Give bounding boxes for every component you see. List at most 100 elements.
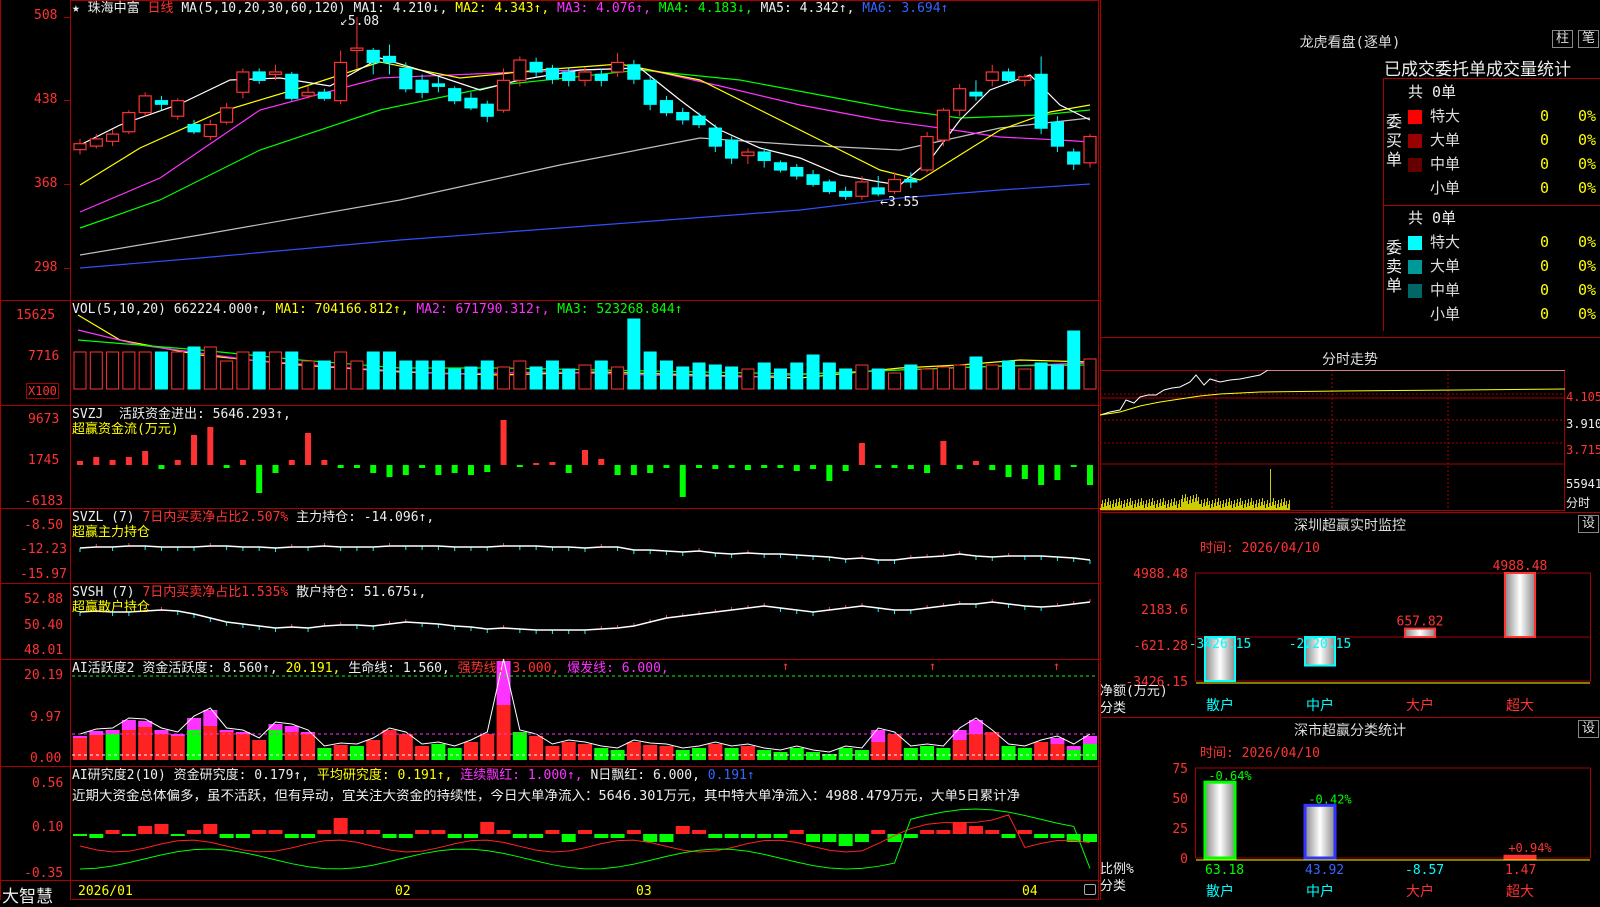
app-logo: 大智慧 xyxy=(2,887,53,907)
svzj-y-tick-3: -6183 xyxy=(24,494,64,509)
volume-bar xyxy=(578,364,592,390)
svzj-bar xyxy=(696,465,703,468)
monitor-value-label: -3426.15 xyxy=(1189,637,1252,652)
activity-bar xyxy=(643,745,658,760)
candle-body xyxy=(1018,76,1032,81)
activity-burst xyxy=(952,730,967,740)
sell-m-value: 0 xyxy=(1540,281,1550,299)
volume-bar xyxy=(594,360,608,390)
lock-icon[interactable] xyxy=(1084,884,1096,895)
ai1-y-tick-3: 0.00 xyxy=(30,751,62,766)
volume-bar xyxy=(920,368,934,390)
ai2-n-days-red: N日飘红: 6.000, xyxy=(590,768,700,783)
svsh-y-tick-2: 50.40 xyxy=(24,618,64,633)
activity-bar xyxy=(431,744,446,760)
svzj-bar xyxy=(500,420,507,465)
classify-bottom-value: 43.92 xyxy=(1305,863,1344,878)
volume-bar xyxy=(236,351,250,390)
candle-body xyxy=(610,61,625,73)
buy-total: 共 0单 xyxy=(1408,83,1457,101)
svzj-bar xyxy=(565,465,572,473)
candle-body xyxy=(643,79,657,105)
research-bar xyxy=(610,834,625,838)
research-bar xyxy=(578,830,592,834)
candle-body xyxy=(480,103,494,117)
research-bar xyxy=(789,830,804,834)
svzj-y-tick-2: 1745 xyxy=(28,453,60,468)
sell-s-pct: 0% xyxy=(1578,305,1597,323)
research-bar xyxy=(822,834,837,842)
candle-body xyxy=(676,112,690,121)
research-bar xyxy=(675,826,690,834)
tab-bar[interactable]: 柱 xyxy=(1552,30,1574,48)
research-bar xyxy=(154,824,169,834)
x-label-jan: 2026/01 xyxy=(78,884,133,899)
candle-body xyxy=(725,139,739,159)
tab-tick[interactable]: 笔 xyxy=(1578,30,1600,48)
holding-line xyxy=(79,545,1091,561)
kline-chart-area[interactable]: ↑ ↑ ↑ xyxy=(0,0,1100,900)
research-bar xyxy=(903,834,918,838)
volume-bar xyxy=(350,360,364,390)
candle-body xyxy=(464,97,478,109)
research-bar xyxy=(284,834,299,838)
sell-s-label: 小单 xyxy=(1430,305,1461,323)
volume-bar xyxy=(203,346,217,390)
svzj-bar xyxy=(93,457,100,465)
sell-s-swatch xyxy=(1408,307,1422,322)
activity-bar xyxy=(561,742,576,760)
classify-settings-button[interactable]: 设 xyxy=(1578,720,1600,738)
candle-body xyxy=(268,71,283,75)
stock-name[interactable]: ★ 珠海中富 xyxy=(72,1,140,16)
intraday-y-tick-3: 3.715 xyxy=(1566,443,1600,457)
ai2-avg: 平均研究度: 0.191↑, xyxy=(316,768,453,783)
monitor-category: 散户 xyxy=(1206,697,1234,714)
vol-ma1: MA1: 704166.812↑, xyxy=(275,302,409,317)
activity-burst xyxy=(1066,746,1081,750)
monitor-bar-chart[interactable]: 4988.482183.6-621.28-3426.15-3426.15散户-2… xyxy=(1100,555,1600,715)
ai1-burst-line: 爆发线: 6.000, xyxy=(567,661,669,676)
candle-body xyxy=(839,190,853,197)
candle-body xyxy=(1034,73,1048,129)
activity-burst xyxy=(187,718,202,730)
classify-pct-label: -0.64% xyxy=(1208,769,1252,783)
svzj-bar xyxy=(484,465,491,472)
monitor-y-tick: 2183.6 xyxy=(1141,603,1188,618)
buy-l-label: 大单 xyxy=(1430,131,1461,149)
sell-row-s: 小单 0 0% xyxy=(1408,302,1600,326)
classify-bar-chart[interactable]: 75 50 25 0 -0.64% 63.18 散户 -0.42% 43.92 中户 -8.57 大户… xyxy=(1100,758,1600,900)
research-bar xyxy=(382,834,397,838)
candle-body xyxy=(953,88,967,111)
research-bar xyxy=(252,830,267,834)
activity-bar xyxy=(73,738,87,760)
research-bar xyxy=(496,830,511,834)
research-bar xyxy=(1017,830,1032,834)
ai2-comment: 近期大资金总体偏多，虽不活跃，但有异动，宜关注大资金的持续性，今日大单净流入：5… xyxy=(72,789,1021,804)
svzj-bar xyxy=(1038,465,1045,485)
volume-bars xyxy=(73,318,1097,390)
moving-average-lines xyxy=(79,57,1091,269)
activity-burst xyxy=(871,730,886,742)
activity-bar xyxy=(333,745,348,760)
sell-l-swatch xyxy=(1408,259,1422,274)
research-bar xyxy=(724,834,739,838)
activity-bar xyxy=(317,748,332,760)
activity-bar xyxy=(594,748,609,760)
monitor-settings-button[interactable]: 设 xyxy=(1578,515,1600,533)
research-bar xyxy=(806,834,821,842)
classify-bar xyxy=(1303,803,1337,860)
sell-l-label: 大单 xyxy=(1430,257,1461,275)
monitor-time: 时间: 2026/04/10 xyxy=(1200,541,1320,556)
sell-row-xl: 特大 0 0% xyxy=(1408,230,1600,254)
intraday-chart[interactable] xyxy=(1100,370,1600,512)
svzj-bar xyxy=(647,465,654,473)
svzj-bar xyxy=(142,451,149,465)
activity-bar xyxy=(301,734,316,760)
research-bar xyxy=(773,834,788,838)
svzj-label: 活跃资金进出: 5646.293↑, xyxy=(118,407,291,422)
intraday-y-tick-1: 4.105 xyxy=(1566,390,1600,404)
candle-body xyxy=(708,127,722,147)
sell-row-m: 中单 0 0% xyxy=(1408,278,1600,302)
buy-s-value: 0 xyxy=(1540,179,1550,197)
period-label[interactable]: 日线 xyxy=(147,1,173,16)
